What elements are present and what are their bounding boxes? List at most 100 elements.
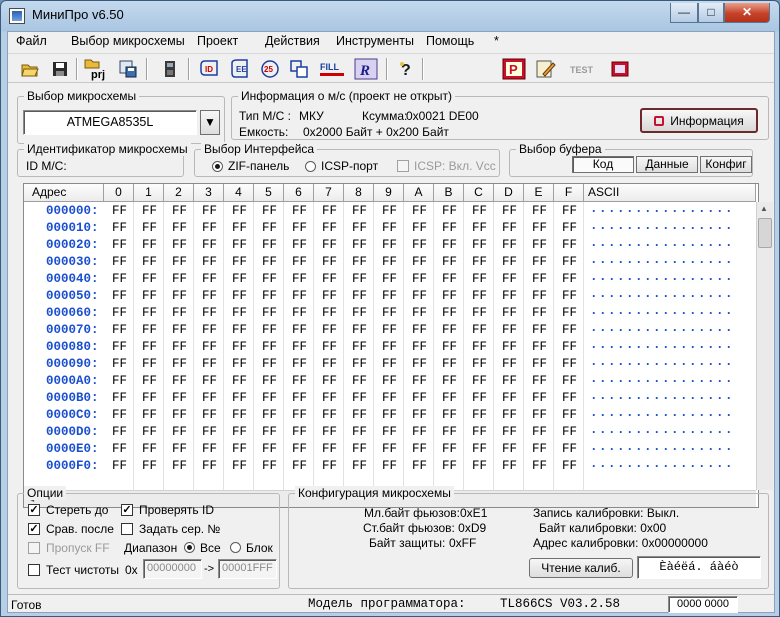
hex-cell[interactable]: FF <box>352 357 367 371</box>
hex-row-ascii[interactable]: ................ <box>590 270 734 284</box>
hex-cell[interactable]: FF <box>292 204 307 218</box>
hex-cell[interactable]: FF <box>442 340 457 354</box>
hex-cell[interactable]: FF <box>172 442 187 456</box>
hex-cell[interactable]: FF <box>472 425 487 439</box>
hex-cell[interactable]: FF <box>532 340 547 354</box>
chip-icon[interactable] <box>158 57 182 81</box>
hex-cell[interactable]: FF <box>352 374 367 388</box>
range-from-input[interactable]: 00000000 <box>143 559 202 579</box>
hex-cell[interactable]: FF <box>142 425 157 439</box>
hex-cell[interactable]: FF <box>322 289 337 303</box>
hex-row-ascii[interactable]: ................ <box>590 236 734 250</box>
hex-cell[interactable]: FF <box>202 204 217 218</box>
hex-cell[interactable]: FF <box>502 272 517 286</box>
hex-cell[interactable]: FF <box>172 391 187 405</box>
hex-cell[interactable]: FF <box>172 374 187 388</box>
hex-cell[interactable]: FF <box>562 340 577 354</box>
hex-cell[interactable]: FF <box>262 340 277 354</box>
hex-cell[interactable]: FF <box>472 221 487 235</box>
hex-cell[interactable]: FF <box>412 289 427 303</box>
hex-cell[interactable]: FF <box>292 442 307 456</box>
test-icon[interactable]: TEST <box>568 57 596 81</box>
hex-cell[interactable]: FF <box>502 391 517 405</box>
hex-cell[interactable]: FF <box>172 425 187 439</box>
menu-file[interactable]: Файл <box>16 34 47 48</box>
hex-cell[interactable]: FF <box>202 357 217 371</box>
hex-cell[interactable]: FF <box>562 221 577 235</box>
hex-cell[interactable]: FF <box>442 306 457 320</box>
hex-cell[interactable]: FF <box>142 289 157 303</box>
program-icon[interactable]: P <box>502 57 526 81</box>
hex-cell[interactable]: FF <box>472 374 487 388</box>
save-icon[interactable] <box>48 57 72 81</box>
hex-cell[interactable]: FF <box>172 238 187 252</box>
hex-row-ascii[interactable]: ................ <box>590 219 734 233</box>
menu-chip-select[interactable]: Выбор микросхемы <box>71 34 185 48</box>
zif-radio[interactable] <box>212 161 223 172</box>
hex-cell[interactable]: FF <box>112 272 127 286</box>
hex-cell[interactable]: FF <box>322 425 337 439</box>
hex-cell[interactable]: FF <box>202 289 217 303</box>
hex-row-ascii[interactable]: ................ <box>590 406 734 420</box>
hex-cell[interactable]: FF <box>532 306 547 320</box>
hex-cell[interactable]: FF <box>262 323 277 337</box>
blank-check-icon[interactable]: 25 <box>258 57 282 81</box>
hex-cell[interactable]: FF <box>532 391 547 405</box>
hex-cell[interactable]: FF <box>292 425 307 439</box>
hex-cell[interactable]: FF <box>292 374 307 388</box>
hex-cell[interactable]: FF <box>322 323 337 337</box>
hex-cell[interactable]: FF <box>142 272 157 286</box>
hex-cell[interactable]: FF <box>442 459 457 473</box>
hex-cell[interactable]: FF <box>382 442 397 456</box>
hex-cell[interactable]: FF <box>472 323 487 337</box>
hex-cell[interactable]: FF <box>502 221 517 235</box>
hex-cell[interactable]: FF <box>172 221 187 235</box>
hex-cell[interactable]: FF <box>142 357 157 371</box>
hex-cell[interactable]: FF <box>352 306 367 320</box>
menu-star[interactable]: * <box>494 34 499 48</box>
hex-cell[interactable]: FF <box>442 323 457 337</box>
hex-cell[interactable]: FF <box>172 459 187 473</box>
hex-cell[interactable]: FF <box>502 204 517 218</box>
hex-cell[interactable]: FF <box>502 289 517 303</box>
hex-cell[interactable]: FF <box>112 408 127 422</box>
set-serial-checkbox[interactable] <box>121 523 133 535</box>
hex-cell[interactable]: FF <box>532 221 547 235</box>
hex-cell[interactable]: FF <box>412 306 427 320</box>
hex-cell[interactable]: FF <box>202 255 217 269</box>
hex-cell[interactable]: FF <box>352 238 367 252</box>
hex-cell[interactable]: FF <box>412 255 427 269</box>
hex-cell[interactable]: FF <box>202 340 217 354</box>
hex-cell[interactable]: FF <box>292 272 307 286</box>
hex-row-ascii[interactable]: ................ <box>590 372 734 386</box>
hex-cell[interactable]: FF <box>232 442 247 456</box>
hex-cell[interactable]: FF <box>472 306 487 320</box>
hex-cell[interactable]: FF <box>532 408 547 422</box>
hex-cell[interactable]: FF <box>442 255 457 269</box>
hex-cell[interactable]: FF <box>112 357 127 371</box>
hex-cell[interactable]: FF <box>232 323 247 337</box>
maximize-button[interactable]: □ <box>698 3 724 23</box>
hex-cell[interactable]: FF <box>412 408 427 422</box>
hex-cell[interactable]: FF <box>562 255 577 269</box>
hex-cell[interactable]: FF <box>562 391 577 405</box>
hex-cell[interactable]: FF <box>322 459 337 473</box>
hex-cell[interactable]: FF <box>322 357 337 371</box>
hex-cell[interactable]: FF <box>322 391 337 405</box>
hex-cell[interactable]: FF <box>172 408 187 422</box>
hex-cell[interactable]: FF <box>382 272 397 286</box>
hex-cell[interactable]: FF <box>322 374 337 388</box>
hex-cell[interactable]: FF <box>202 374 217 388</box>
hex-cell[interactable]: FF <box>562 425 577 439</box>
hex-cell[interactable]: FF <box>142 255 157 269</box>
hex-cell[interactable]: FF <box>502 306 517 320</box>
hex-cell[interactable]: FF <box>442 238 457 252</box>
hex-row-ascii[interactable]: ................ <box>590 304 734 318</box>
hex-cell[interactable]: FF <box>112 459 127 473</box>
hex-cell[interactable]: FF <box>502 442 517 456</box>
hex-cell[interactable]: FF <box>352 255 367 269</box>
hex-cell[interactable]: FF <box>292 340 307 354</box>
read-calib-button[interactable]: Чтение калиб. <box>529 558 633 578</box>
icsp-radio[interactable] <box>305 161 316 172</box>
hex-cell[interactable]: FF <box>352 323 367 337</box>
